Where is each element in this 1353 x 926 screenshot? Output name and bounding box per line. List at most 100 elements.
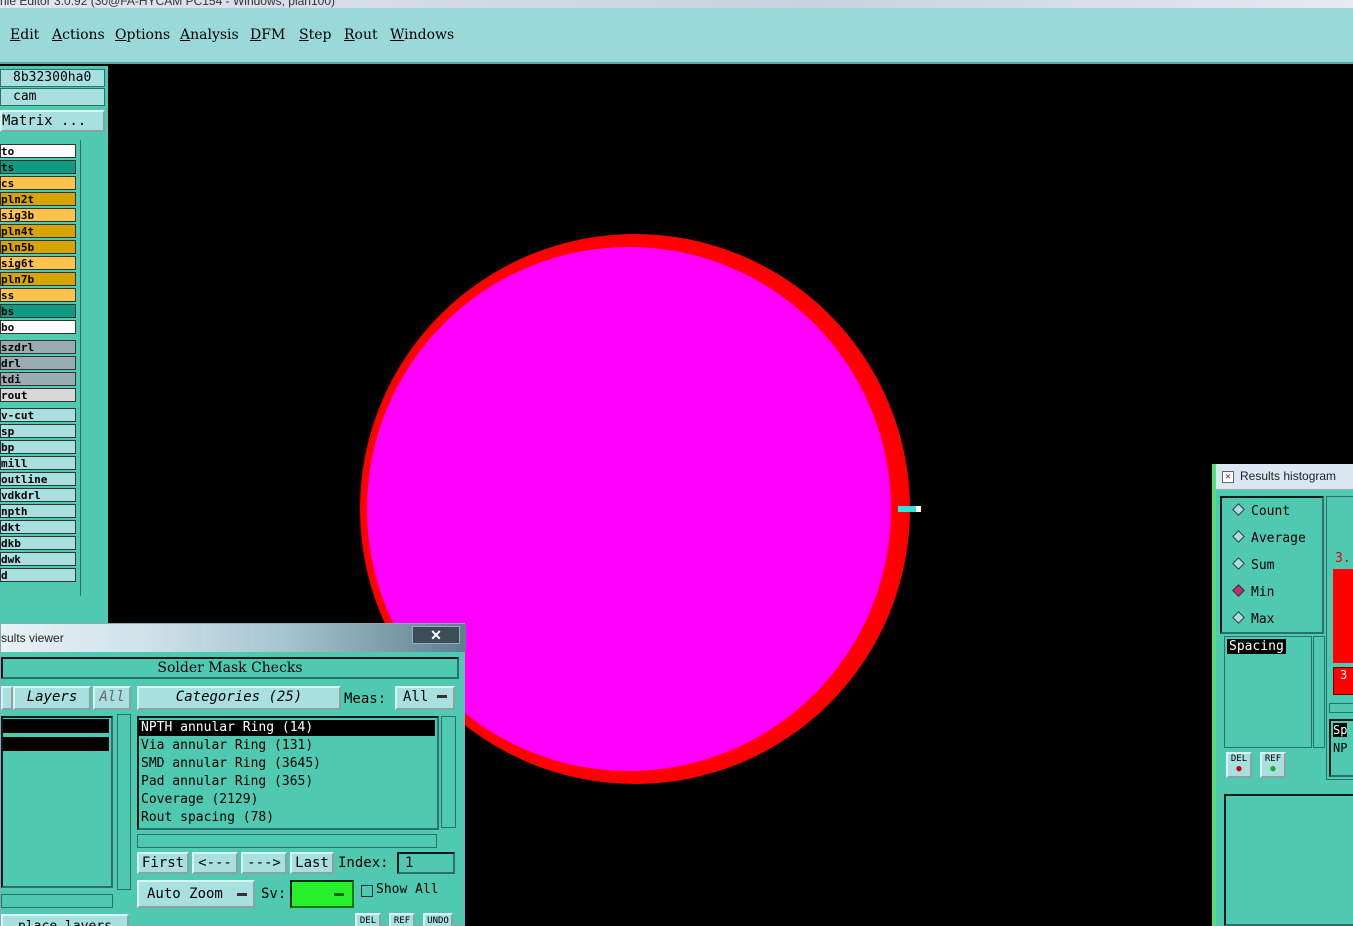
layer-item-d[interactable]: d [0, 568, 76, 582]
job-name-field[interactable]: 8b32300ha0 [0, 69, 105, 87]
layer-item-tdi[interactable]: tdi [0, 372, 76, 386]
layer-row-selected[interactable] [3, 719, 109, 733]
layer-item-dkb[interactable]: dkb [0, 536, 76, 550]
layer-item-sig3b[interactable]: sig3b [0, 208, 76, 222]
menu-windows[interactable]: Windows [390, 27, 454, 43]
histogram-bottom-panel [1224, 794, 1353, 926]
histogram-detail-list[interactable]: Sp NP [1329, 719, 1353, 777]
menu-rout[interactable]: Rout [344, 27, 378, 43]
histogram-chart-area: 3. 3 Sp NP [1326, 496, 1353, 780]
layer-item-pln4t[interactable]: pln4t [0, 224, 76, 238]
bar-value-label: 3. [1335, 551, 1351, 566]
category-row-selected[interactable]: NPTH annular Ring (14) [141, 720, 313, 736]
layer-item-sp[interactable]: sp [0, 424, 76, 438]
left-panel: 8b32300ha0 cam Matrix ... to ts cs pln2t sig… [0, 66, 108, 626]
layers-results-list[interactable] [1, 716, 113, 888]
layer-item-bo[interactable]: bo [0, 320, 76, 334]
count-radio[interactable]: Count [1232, 503, 1290, 519]
step-name-field[interactable]: cam [0, 88, 105, 106]
categories-hscrollbar[interactable] [137, 834, 437, 848]
menu-options[interactable]: Options [115, 27, 170, 43]
menu-bar: Edit Actions Options Analysis DFM Step R… [0, 8, 1353, 64]
layer-item-szdrl[interactable]: szdrl [0, 340, 76, 354]
histogram-bar [1333, 569, 1353, 663]
show-all-label: Show All [376, 882, 439, 897]
layers-prev-button[interactable] [1, 686, 13, 710]
categories-list[interactable]: NPTH annular Ring (14) Via annular Ring … [137, 716, 439, 830]
show-all-checkbox[interactable] [361, 885, 373, 897]
close-icon[interactable]: ✕ [412, 626, 460, 644]
histogram-list-scrollbar[interactable] [1313, 636, 1325, 748]
layer-item-bp[interactable]: bp [0, 440, 76, 454]
category-row[interactable]: Pad annular Ring (365) [141, 774, 313, 790]
layer-item-pln7b[interactable]: pln7b [0, 272, 76, 286]
histogram-list-item[interactable]: Spacing [1227, 639, 1286, 654]
layer-item-ts[interactable]: ts [0, 160, 76, 174]
histogram-titlebar[interactable]: ✕ Results histogram [1216, 464, 1353, 490]
menu-actions[interactable]: Actions [52, 27, 105, 43]
layer-item-cs[interactable]: cs [0, 176, 76, 190]
layer-item-pln2t[interactable]: pln2t [0, 192, 76, 206]
histo-del-button[interactable]: DEL ● [1226, 752, 1252, 778]
matrix-button[interactable]: Matrix ... [0, 110, 105, 132]
category-row[interactable]: Rout spacing (78) [141, 810, 274, 826]
results-histogram-window: ✕ Results histogram Count Average Sum Mi… [1212, 464, 1353, 926]
first-button[interactable]: First [137, 852, 189, 874]
categories-scrollbar[interactable] [441, 716, 456, 828]
chart-hscrollbar[interactable] [1329, 703, 1353, 713]
prev-button[interactable]: <--- [192, 852, 238, 874]
auto-zoom-select[interactable]: Auto Zoom [137, 880, 255, 908]
layer-item-drl[interactable]: drl [0, 356, 76, 370]
category-row[interactable]: SMD annular Ring (3645) [141, 756, 321, 772]
layer-item-bs[interactable]: bs [0, 304, 76, 318]
max-radio[interactable]: Max [1232, 611, 1274, 627]
layer-item-ss[interactable]: ss [0, 288, 76, 302]
layers-all-button[interactable]: All [93, 686, 131, 710]
layer-item-npth[interactable]: npth [0, 504, 76, 518]
histo-ref-button[interactable]: REF ● [1260, 752, 1286, 778]
app-icon: ✕ [1222, 471, 1234, 483]
ref-button[interactable]: REF [389, 913, 415, 926]
next-button[interactable]: ---> [241, 852, 287, 874]
severity-select[interactable] [290, 880, 354, 908]
categories-button[interactable]: Categories (25) [137, 686, 341, 710]
layer-item-mill[interactable]: mill [0, 456, 76, 470]
layer-row[interactable] [3, 737, 109, 751]
layers-button[interactable]: Layers [13, 686, 91, 710]
category-row[interactable]: Via annular Ring (131) [141, 738, 313, 754]
index-input[interactable]: 1 [397, 852, 455, 874]
layers-scrollbar[interactable] [117, 714, 131, 890]
layer-item-vdkdrl[interactable]: vdkdrl [0, 488, 76, 502]
menu-analysis[interactable]: Analysis [180, 27, 239, 43]
menu-edit[interactable]: Edit [10, 27, 39, 43]
layer-list[interactable]: to ts cs pln2t sig3b pln4t pln5b sig6t pln7b ss bs… [0, 140, 81, 596]
menu-dfm[interactable]: DFM [250, 27, 285, 43]
viewer-titlebar[interactable]: sults viewer ✕ [1, 624, 466, 652]
place-layers-button[interactable]: place layers [1, 914, 129, 926]
check-set-header: Solder Mask Checks [1, 657, 459, 679]
violation-marker-end [916, 506, 921, 512]
layer-item-rout[interactable]: rout [0, 388, 76, 402]
average-radio[interactable]: Average [1232, 530, 1306, 546]
layer-item-sig6t[interactable]: sig6t [0, 256, 76, 270]
sum-radio[interactable]: Sum [1232, 557, 1274, 573]
last-button[interactable]: Last [290, 852, 334, 874]
min-radio[interactable]: Min [1232, 584, 1274, 600]
layers-hscrollbar[interactable] [1, 894, 113, 908]
category-row[interactable]: Coverage (2129) [141, 792, 258, 808]
window-title: nle Editor 3.0.92 (30@FA-HYCAM PC154 - W… [0, 0, 335, 8]
histogram-title: Results histogram [1240, 469, 1337, 483]
histogram-list[interactable]: Spacing [1224, 636, 1312, 748]
layer-item-pln5b[interactable]: pln5b [0, 240, 76, 254]
del-button[interactable]: DEL [355, 913, 381, 926]
layer-item-dkt[interactable]: dkt [0, 520, 76, 534]
menu-step[interactable]: Step [299, 27, 331, 43]
layer-item-v-cut[interactable]: v-cut [0, 408, 76, 422]
sv-label: Sv: [261, 886, 287, 902]
window-titlebar: nle Editor 3.0.92 (30@FA-HYCAM PC154 - W… [0, 0, 1353, 8]
undo-button[interactable]: UNDO [423, 913, 453, 926]
layer-item-to[interactable]: to [0, 144, 76, 158]
layer-item-outline[interactable]: outline [0, 472, 76, 486]
layer-item-dwk[interactable]: dwk [0, 552, 76, 566]
meas-select[interactable]: All [395, 686, 455, 710]
